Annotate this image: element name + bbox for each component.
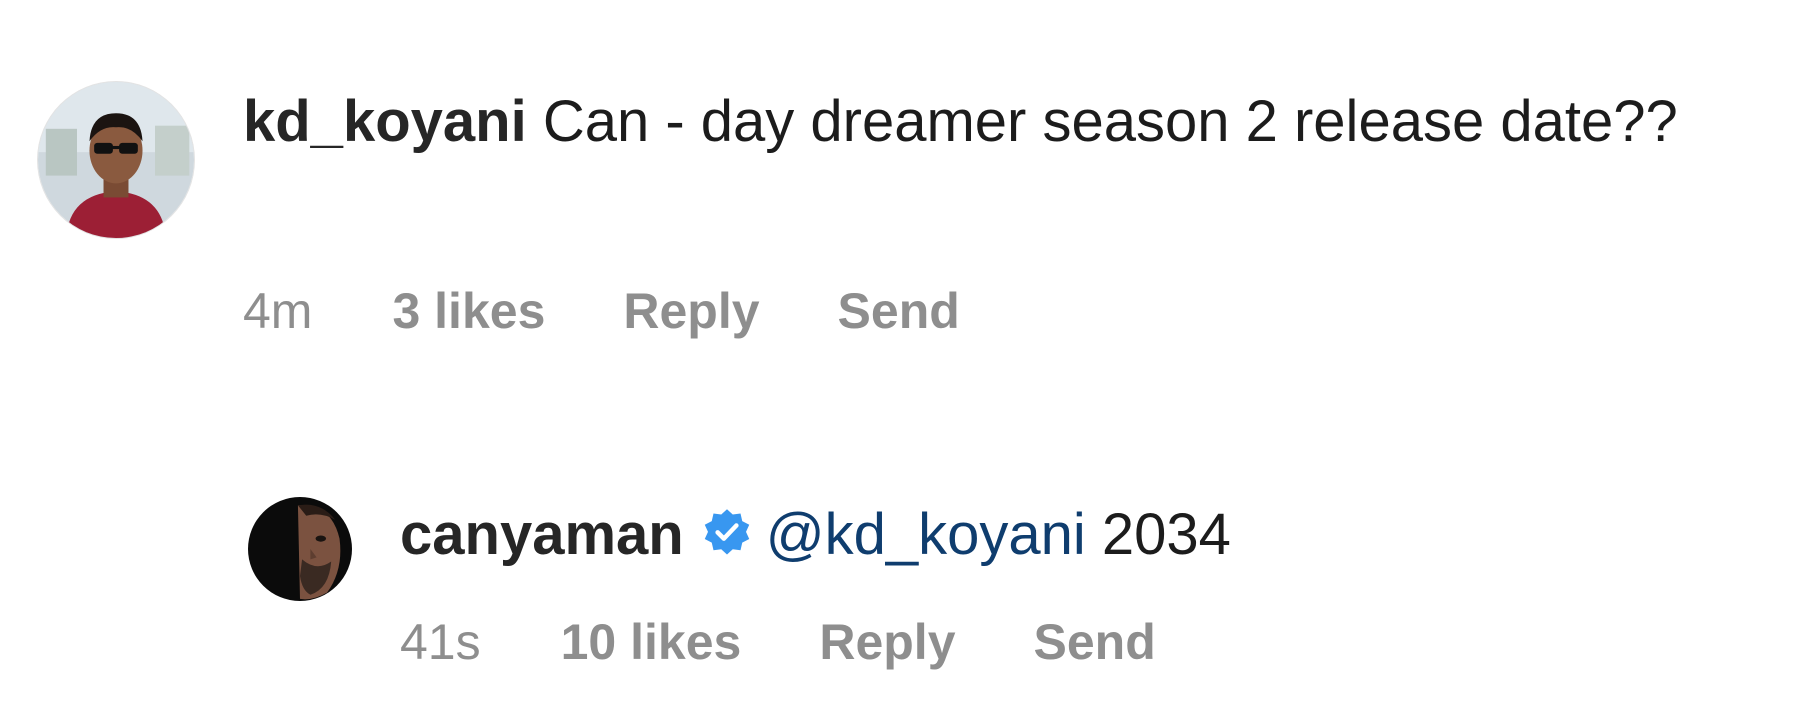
- verified-badge-icon: [702, 508, 752, 558]
- reply-text-line: canyaman @kd_koyani 2034: [400, 495, 1740, 575]
- comment-send-button[interactable]: Send: [838, 282, 960, 340]
- comment-username[interactable]: kd_koyani: [243, 89, 527, 154]
- reply-body: canyaman @kd_koyani 2034 41s 10 likes Rep…: [400, 495, 1740, 670]
- comment-body: kd_koyani Can - day dreamer season 2 rel…: [243, 82, 1783, 339]
- reply-timestamp: 41s: [400, 614, 481, 670]
- comment-timestamp: 4m: [243, 283, 313, 339]
- reply-reply-button[interactable]: Reply: [819, 613, 955, 671]
- comment-text-line: kd_koyani Can - day dreamer season 2 rel…: [243, 82, 1783, 162]
- reply-mention-link[interactable]: @kd_koyani: [766, 502, 1086, 567]
- reply-likes-count[interactable]: 10 likes: [561, 613, 742, 671]
- comment-meta: 4m 3 likes Reply Send: [243, 282, 960, 340]
- comment-message: Can - day dreamer season 2 release date?…: [542, 89, 1678, 154]
- avatar-image: [248, 497, 352, 601]
- comment-likes-count[interactable]: 3 likes: [392, 282, 545, 340]
- avatar-image: [38, 82, 194, 238]
- reply-send-button[interactable]: Send: [1034, 613, 1156, 671]
- avatar-kd-koyani[interactable]: [38, 82, 194, 238]
- comment-reply-button[interactable]: Reply: [623, 282, 759, 340]
- reply-meta: 41s 10 likes Reply Send: [400, 613, 1156, 671]
- reply-message: 2034: [1101, 502, 1231, 567]
- reply-username[interactable]: canyaman: [400, 502, 684, 567]
- avatar-canyaman[interactable]: [248, 497, 352, 601]
